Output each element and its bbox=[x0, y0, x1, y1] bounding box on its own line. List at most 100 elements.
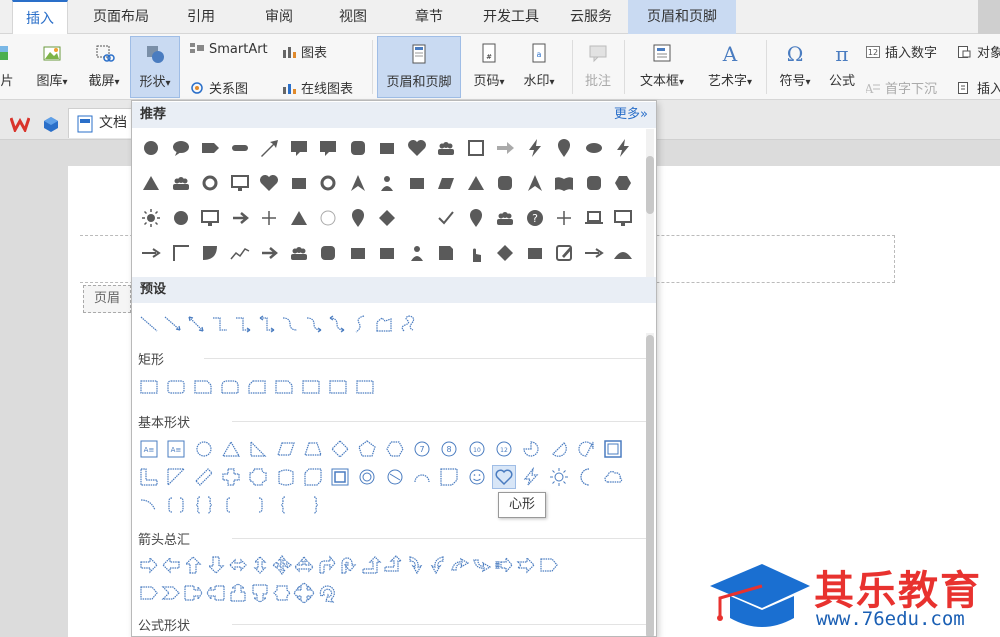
rect-rectangle-option[interactable] bbox=[138, 376, 160, 398]
num8-basic-shape-option[interactable]: 8 bbox=[438, 438, 460, 460]
callout-u-arrow-option[interactable] bbox=[227, 582, 249, 604]
rect-shape-option[interactable] bbox=[288, 172, 310, 194]
ar-uturn-arrow-option[interactable] bbox=[338, 554, 360, 576]
gallery-button[interactable]: 图库▾ bbox=[28, 42, 76, 89]
ar-lup-arrow-option[interactable] bbox=[360, 554, 382, 576]
shapes-button[interactable]: 形状▾ bbox=[130, 36, 180, 98]
arc-basic-shape-option[interactable] bbox=[411, 466, 433, 488]
ring-shape-option[interactable] bbox=[317, 172, 339, 194]
rtri-basic-shape-option[interactable] bbox=[247, 438, 269, 460]
person-shape-option[interactable] bbox=[406, 242, 428, 264]
frame-basic-shape-option[interactable] bbox=[602, 438, 624, 460]
ar-lr-arrow-option[interactable] bbox=[227, 554, 249, 576]
object-button[interactable]: 对象 bbox=[958, 42, 1000, 61]
corner-shape-option[interactable] bbox=[170, 242, 192, 264]
triangle-shape-option[interactable] bbox=[140, 172, 162, 194]
callout-l-arrow-option[interactable] bbox=[205, 582, 227, 604]
header-footer-button[interactable]: 页眉和页脚 bbox=[377, 36, 461, 98]
cloud-box-icon[interactable] bbox=[42, 115, 60, 133]
osquare-shape-option[interactable] bbox=[465, 137, 487, 159]
formula-button[interactable]: π 公式 bbox=[824, 42, 860, 89]
pent-r-arrow-option[interactable] bbox=[138, 582, 160, 604]
symbol-button[interactable]: Ω 符号▾ bbox=[772, 42, 818, 89]
comment-button[interactable]: 批注 bbox=[578, 42, 618, 89]
fold-basic-shape-option[interactable] bbox=[438, 466, 460, 488]
heart-shape-option[interactable] bbox=[258, 172, 280, 194]
rsquare-shape-option[interactable] bbox=[317, 242, 339, 264]
ell-basic-shape-option[interactable] bbox=[138, 466, 160, 488]
people-shape-option[interactable] bbox=[288, 242, 310, 264]
insert-number-button[interactable]: 12 插入数字 bbox=[866, 42, 937, 61]
bubble-shape-option[interactable] bbox=[170, 137, 192, 159]
moon-basic-shape-option[interactable] bbox=[575, 466, 597, 488]
recommend-scroll-thumb[interactable] bbox=[646, 156, 654, 214]
rect-rectangle-option[interactable] bbox=[300, 376, 322, 398]
textbox-button[interactable]: 文本框▾ bbox=[632, 42, 692, 89]
tab-section[interactable]: 章节 bbox=[400, 0, 458, 34]
edit-shape-option[interactable] bbox=[553, 242, 575, 264]
rarrow-shape-option[interactable] bbox=[494, 137, 516, 159]
ellipse-shape-option[interactable] bbox=[583, 137, 605, 159]
tab-review[interactable]: 审阅 bbox=[250, 0, 308, 34]
rrect-rectangle-option[interactable] bbox=[165, 376, 187, 398]
half-basic-shape-option[interactable] bbox=[165, 466, 187, 488]
circ-arrow-arrow-option[interactable] bbox=[316, 582, 338, 604]
num12-basic-shape-option[interactable]: 12 bbox=[493, 438, 515, 460]
monitor-shape-option[interactable] bbox=[229, 172, 251, 194]
mound-shape-option[interactable] bbox=[612, 242, 634, 264]
circle-shape-option[interactable] bbox=[140, 137, 162, 159]
rect-rectangle-option[interactable] bbox=[354, 376, 376, 398]
ocircle-shape-option[interactable] bbox=[317, 207, 339, 229]
bolt-shape-option[interactable] bbox=[524, 137, 546, 159]
tab-references[interactable]: 引用 bbox=[172, 0, 230, 34]
chart-button[interactable]: 图表 bbox=[282, 42, 327, 61]
pill-shape-option[interactable] bbox=[229, 137, 251, 159]
plus-shape-option[interactable] bbox=[258, 207, 280, 229]
preset-scroll-thumb[interactable] bbox=[646, 335, 654, 636]
nav-shape-option[interactable] bbox=[524, 172, 546, 194]
drop-cap-button[interactable]: A 首字下沉 bbox=[866, 78, 937, 97]
more-shapes-link[interactable]: 更多» bbox=[614, 102, 648, 128]
laptop-shape-option[interactable] bbox=[583, 207, 605, 229]
tab-header-footer[interactable]: 页眉和页脚 bbox=[628, 0, 736, 34]
triangle-shape-option[interactable] bbox=[465, 172, 487, 194]
insert-button[interactable]: 插入 bbox=[958, 78, 1000, 97]
callout-lr-arrow-option[interactable] bbox=[271, 582, 293, 604]
doc-shape-option[interactable] bbox=[435, 242, 457, 264]
chord-basic-shape-option[interactable] bbox=[548, 438, 570, 460]
pin-shape-option[interactable] bbox=[347, 207, 369, 229]
ar-r-arrow-option[interactable] bbox=[138, 554, 160, 576]
rect-shape-option[interactable] bbox=[376, 137, 398, 159]
cloud-basic-shape-option[interactable] bbox=[602, 466, 624, 488]
rect-rectangle-option[interactable] bbox=[327, 376, 349, 398]
ar-3-arrow-option[interactable] bbox=[293, 554, 315, 576]
trap-basic-shape-option[interactable] bbox=[302, 438, 324, 460]
rect-shape-option[interactable] bbox=[347, 242, 369, 264]
person-shape-option[interactable] bbox=[376, 172, 398, 194]
online-chart-button[interactable]: 在线图表 bbox=[282, 78, 353, 97]
screenshot-button[interactable]: 截屏▾ bbox=[80, 42, 128, 89]
callout-shape-option[interactable] bbox=[288, 137, 310, 159]
callout-r-arrow-option[interactable] bbox=[182, 582, 204, 604]
tab-cloud[interactable]: 云服务 bbox=[560, 0, 622, 34]
rsquare-shape-option[interactable] bbox=[494, 172, 516, 194]
tab-developer[interactable]: 开发工具 bbox=[474, 0, 548, 34]
line-curve3-shape-option[interactable] bbox=[326, 313, 348, 335]
quarter-shape-option[interactable] bbox=[199, 242, 221, 264]
plaque-basic-shape-option[interactable] bbox=[247, 466, 269, 488]
ar-curvu-arrow-option[interactable] bbox=[449, 554, 471, 576]
line-line3-shape-option[interactable] bbox=[185, 313, 207, 335]
monitor-shape-option[interactable] bbox=[199, 207, 221, 229]
heart-basic-shape-option[interactable] bbox=[491, 465, 516, 489]
callout-shape-option[interactable] bbox=[317, 137, 339, 159]
cross-basic-shape-option[interactable] bbox=[220, 466, 242, 488]
donut-basic-shape-option[interactable] bbox=[356, 466, 378, 488]
question-shape-option[interactable]: ? bbox=[524, 207, 546, 229]
ar-strip-arrow-option[interactable] bbox=[493, 554, 515, 576]
sun-basic-shape-option[interactable] bbox=[548, 466, 570, 488]
chev-shape-option[interactable] bbox=[258, 242, 280, 264]
ar-curvr-arrow-option[interactable] bbox=[404, 554, 426, 576]
hand-shape-option[interactable] bbox=[465, 242, 487, 264]
bolt-shape-option[interactable] bbox=[612, 137, 634, 159]
arcl-basic-shape-option[interactable] bbox=[138, 494, 160, 516]
